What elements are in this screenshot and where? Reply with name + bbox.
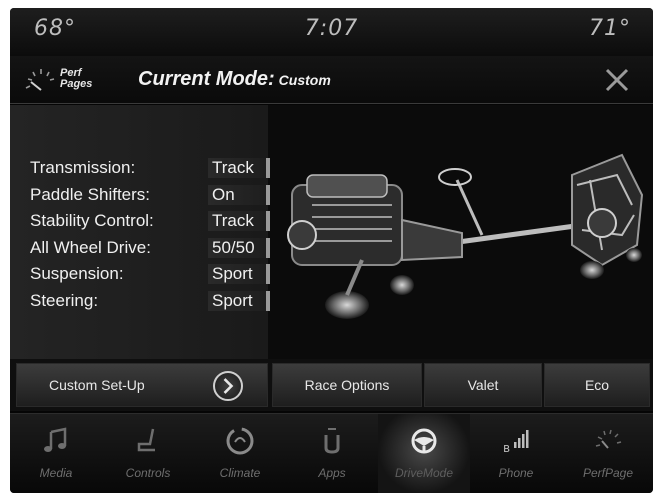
steering-wheel-icon — [411, 428, 437, 454]
setting-value: Sport — [208, 290, 270, 311]
setting-name: All Wheel Drive: — [30, 237, 151, 257]
nav-label: PerfPage — [582, 466, 634, 480]
current-mode-title: Current Mode: Custom — [138, 68, 331, 91]
setting-value: 50/50 — [208, 237, 270, 258]
passenger-temperature[interactable]: 71° — [589, 16, 631, 41]
setting-value: Track — [208, 211, 270, 232]
nav-label: DriveMode — [394, 466, 454, 480]
nav-label: Media — [39, 466, 73, 480]
mode-value: Custom — [278, 72, 331, 88]
setting-name: Steering: — [30, 290, 99, 310]
status-bar: 68° 7:07 71° — [10, 8, 653, 56]
music-note-icon — [44, 427, 67, 452]
phone-signal-icon: ʙ — [503, 430, 529, 455]
setting-row-paddle-shifters: Paddle Shifters: On — [30, 182, 270, 209]
custom-setup-button[interactable]: Custom Set-Up — [16, 363, 268, 407]
nav-item-apps[interactable]: Apps — [286, 414, 378, 493]
infotainment-screen: 68° 7:07 71° Perf Pages Current Mode: Cus… — [10, 8, 653, 493]
seat-icon — [137, 428, 155, 452]
setting-name: Paddle Shifters: — [30, 184, 151, 204]
nav-item-controls[interactable]: Controls — [102, 414, 194, 493]
mode-label: Current Mode: — [138, 68, 275, 90]
setting-row-suspension: Suspension: Sport — [30, 261, 270, 288]
clock: 7:07 — [304, 16, 359, 41]
mode-button-bar: Custom Set-Up Race Options Valet Eco — [10, 359, 653, 411]
setting-name: Suspension: — [30, 264, 124, 284]
nav-item-drivemode[interactable]: DriveMode — [378, 414, 470, 493]
gauge-icon — [595, 429, 622, 449]
setting-row-steering: Steering: Sport — [30, 288, 270, 315]
setting-row-stability-control: Stability Control: Track — [30, 208, 270, 235]
setting-value: On — [208, 184, 270, 205]
nav-item-media[interactable]: Media — [10, 414, 102, 493]
climate-icon — [226, 427, 254, 455]
nav-label: Controls — [125, 466, 171, 480]
drivetrain-illustration — [287, 153, 644, 319]
valet-button[interactable]: Valet — [424, 363, 542, 407]
main-content: Transmission: Track Paddle Shifters: On … — [10, 105, 653, 359]
perf-pages-header: Perf Pages Current Mode: Custom — [10, 56, 653, 104]
close-icon[interactable] — [601, 64, 633, 96]
nav-label: Apps — [318, 466, 346, 480]
bottom-nav-bar: Media Controls Climate Apps DriveMode ʙ … — [10, 413, 653, 493]
nav-label: Climate — [219, 466, 261, 480]
chevron-right-icon[interactable] — [213, 371, 243, 401]
nav-item-perfpage[interactable]: PerfPage — [562, 414, 653, 493]
nav-item-phone[interactable]: ʙ Phone — [470, 414, 562, 493]
race-options-button[interactable]: Race Options — [272, 363, 422, 407]
settings-list: Transmission: Track Paddle Shifters: On … — [30, 155, 270, 314]
gauge-icon — [25, 69, 55, 91]
apps-icon — [324, 428, 340, 454]
setting-name: Transmission: — [30, 158, 136, 178]
perf-pages-logo: Perf Pages — [60, 68, 92, 90]
setting-name: Stability Control: — [30, 211, 154, 231]
custom-setup-label: Custom Set-Up — [49, 377, 145, 393]
nav-item-climate[interactable]: Climate — [194, 414, 286, 493]
setting-value: Sport — [208, 264, 270, 285]
setting-row-transmission: Transmission: Track — [30, 155, 270, 182]
svg-text:ʙ: ʙ — [503, 441, 510, 455]
eco-button[interactable]: Eco — [544, 363, 650, 407]
logo-line-2: Pages — [60, 78, 93, 90]
setting-value: Track — [208, 158, 270, 179]
setting-row-all-wheel-drive: All Wheel Drive: 50/50 — [30, 235, 270, 262]
settings-panel: Transmission: Track Paddle Shifters: On … — [10, 105, 270, 359]
nav-label: Phone — [498, 466, 534, 480]
